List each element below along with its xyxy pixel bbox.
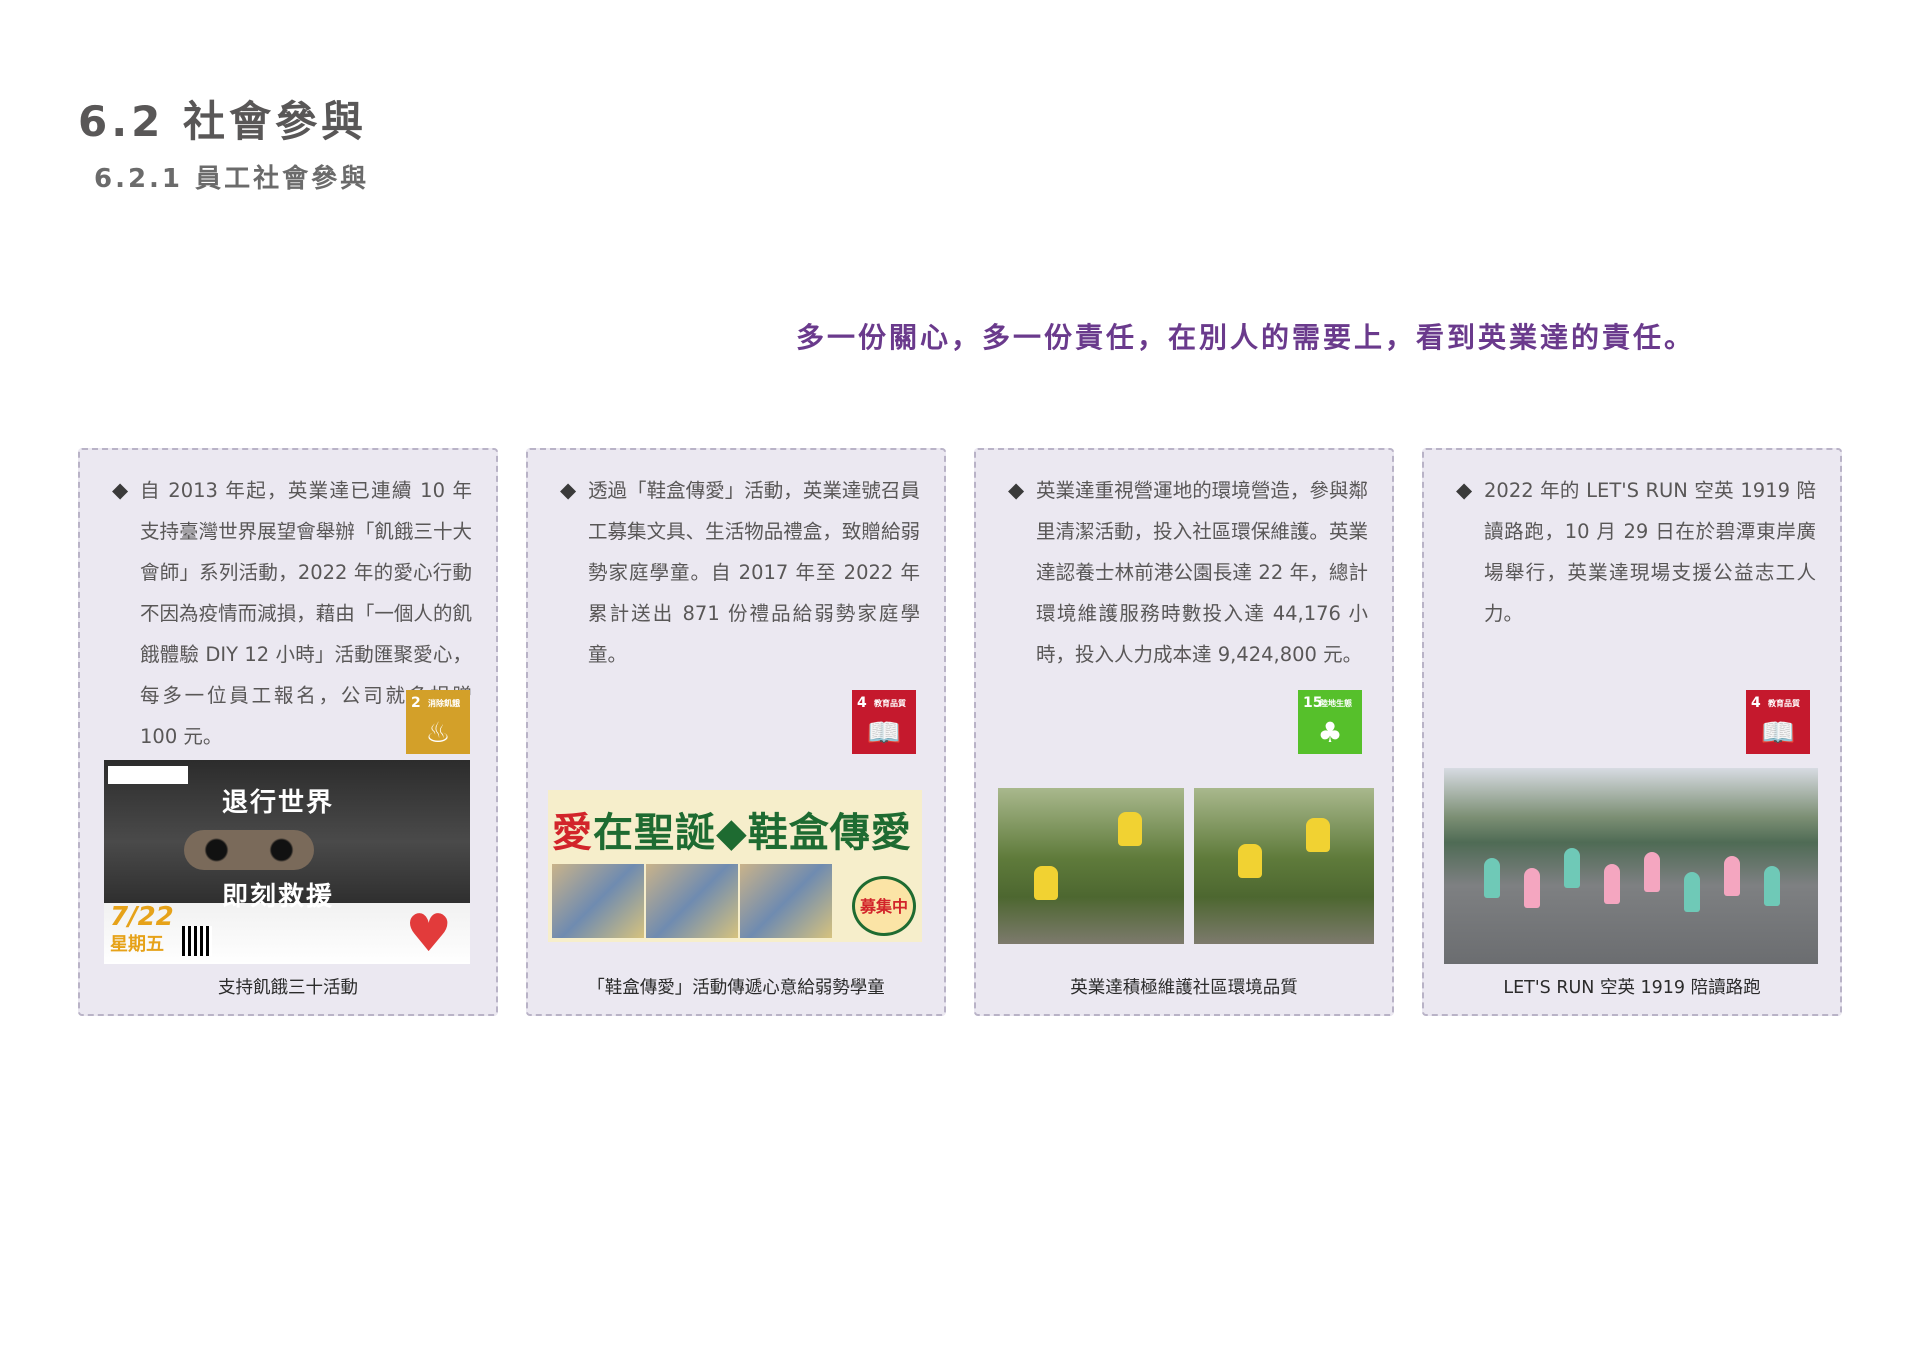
bowl-icon: ♨ xyxy=(425,716,451,749)
card-description: 透過「鞋盒傳愛」活動，英業達號召員工募集文具、生活物品禮盒，致贈給弱勢家庭學童。… xyxy=(588,479,920,666)
poster-date: 7/22 xyxy=(110,902,174,932)
qr-code-icon xyxy=(182,926,212,956)
hunger30-poster-image: 退行世界 即刻救援 7/22 星期五 ♥ xyxy=(104,760,470,964)
section-title: 6.2 社會參與 xyxy=(78,97,368,146)
card-description: 2022 年的 LET'S RUN 空英 1919 陪讀路跑，10 月 29 日… xyxy=(1484,479,1816,625)
children-photo-3 xyxy=(740,864,832,938)
photo-caption: LET'S RUN 空英 1919 陪讀路跑 xyxy=(1503,978,1761,998)
book-icon: 📖 xyxy=(866,716,902,749)
poster-subline: 即刻救援 xyxy=(222,882,335,912)
world-vision-logo xyxy=(108,766,188,784)
activity-card-environment: ◆ 英業達重視營運地的環境營造，參與鄰里清潔活動，投入社區環保維護。英業達認養士… xyxy=(974,448,1394,1016)
photo-caption: 英業達積極維護社區環境品質 xyxy=(1070,978,1298,998)
banner-title: 愛在聖誕◆鞋盒傳愛 xyxy=(552,810,912,856)
book-icon: 📖 xyxy=(1760,716,1796,749)
activity-card-shoebox: ◆ 透過「鞋盒傳愛」活動，英業達號召員工募集文具、生活物品禮盒，致贈給弱勢家庭學… xyxy=(526,448,946,1016)
heart-hands-icon: ♥ xyxy=(405,904,452,964)
subsection-title: 6.2.1 員工社會參與 xyxy=(94,164,370,194)
children-photo-1 xyxy=(552,864,644,938)
slogan: 多一份關心，多一份責任，在別人的需要上，看到英業達的責任。 xyxy=(796,321,1696,354)
photo-caption: 「鞋盒傳愛」活動傳遞心意給弱勢學童 xyxy=(587,978,885,998)
photo-caption: 支持飢餓三十活動 xyxy=(218,978,358,998)
poster-day: 星期五 xyxy=(110,934,164,955)
children-photo-2 xyxy=(646,864,738,938)
volunteers-cleaning-photo-2 xyxy=(1194,788,1374,944)
tree-icon: ♣ xyxy=(1317,716,1343,749)
activity-card-letsrun: ◆ 2022 年的 LET'S RUN 空英 1919 陪讀路跑，10 月 29… xyxy=(1422,448,1842,1016)
bullet-diamond-icon: ◆ xyxy=(112,478,129,502)
activity-card-hunger30: ◆ 自 2013 年起，英業達已連續 10 年支持臺灣世界展望會舉辦「飢餓三十大… xyxy=(78,448,498,1016)
sdg-15-life-on-land-icon: 15 陸地生態 ♣ xyxy=(1298,690,1362,754)
sdg-4-quality-education-icon: 4 教育品質 📖 xyxy=(852,690,916,754)
shoebox-banner-image: 愛在聖誕◆鞋盒傳愛 募集中 xyxy=(548,790,922,942)
bullet-diamond-icon: ◆ xyxy=(1456,478,1473,502)
poster-headline: 退行世界 xyxy=(222,788,335,818)
child-eyes-image xyxy=(184,830,314,870)
collecting-badge: 募集中 xyxy=(852,876,916,936)
volunteers-cleaning-photo-1 xyxy=(998,788,1184,944)
charity-run-photo xyxy=(1444,768,1818,964)
bullet-diamond-icon: ◆ xyxy=(1008,478,1025,502)
card-description: 英業達重視營運地的環境營造，參與鄰里清潔活動，投入社區環保維護。英業達認養士林前… xyxy=(1036,479,1368,666)
bullet-diamond-icon: ◆ xyxy=(560,478,577,502)
sdg-4-quality-education-icon: 4 教育品質 📖 xyxy=(1746,690,1810,754)
sdg-2-zero-hunger-icon: 2 消除飢餓 ♨ xyxy=(406,690,470,754)
